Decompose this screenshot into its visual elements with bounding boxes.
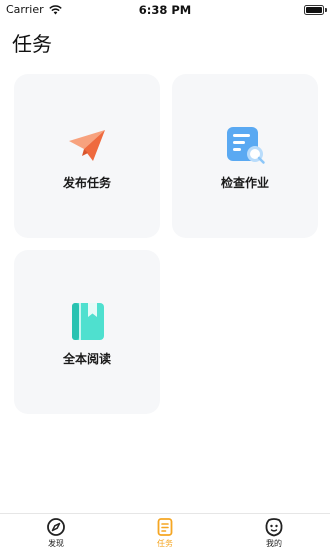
compass-icon [47,518,65,536]
tab-discover-label: 发现 [48,539,64,548]
battery-icon [304,5,327,15]
book-icon [72,303,104,340]
tab-mine[interactable]: 我的 [244,516,304,550]
profile-face-icon [265,518,283,537]
publish-task-label: 发布任务 [62,176,111,190]
publish-task-card[interactable]: 发布任务 [14,74,160,238]
tab-discover[interactable]: 发现 [26,516,86,550]
check-homework-card[interactable]: 检查作业 [172,74,318,238]
task-list-icon [157,518,173,536]
page-title: 任务 [12,32,52,56]
tab-tasks-label: 任务 [157,539,173,548]
status-bar: Carrier 6:38 PM [0,0,330,20]
tab-bar: 发现 任务 我的 [0,513,330,550]
tab-mine-label: 我的 [266,539,282,548]
document-check-icon [227,127,265,164]
full-reading-label: 全本阅读 [62,352,111,366]
full-reading-card[interactable]: 全本阅读 [14,250,160,414]
paper-plane-icon [69,130,105,161]
status-time: 6:38 PM [138,3,192,17]
tab-tasks[interactable]: 任务 [135,516,195,550]
check-homework-label: 检查作业 [220,176,269,190]
